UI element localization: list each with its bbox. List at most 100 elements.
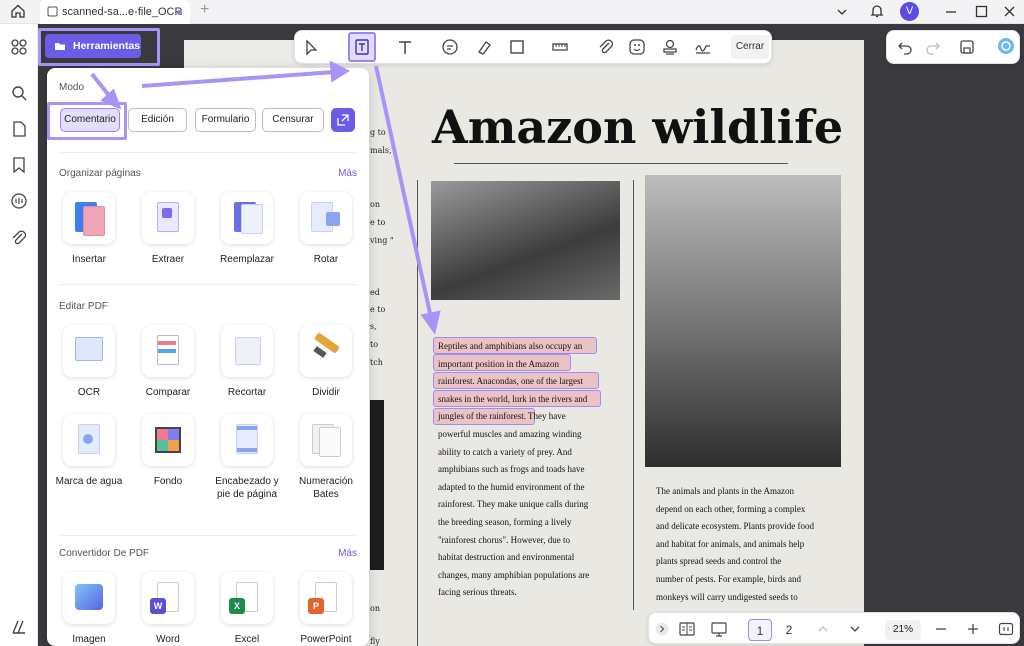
- new-tab-icon[interactable]: +: [200, 1, 209, 19]
- toolbox-icon: [55, 43, 65, 50]
- rotate-icon: [300, 192, 352, 244]
- page-button[interactable]: 2: [777, 619, 801, 641]
- save-icon[interactable]: [958, 38, 976, 56]
- undo-icon[interactable]: [896, 38, 914, 56]
- mode-comment-button[interactable]: Comentario: [60, 108, 120, 132]
- zoom-in-icon[interactable]: [967, 623, 979, 635]
- page-fragment: e to: [370, 305, 386, 314]
- open-external-button[interactable]: [331, 108, 355, 132]
- mode-edit-button[interactable]: Edición: [128, 108, 187, 132]
- dark-photo-strip: [370, 400, 384, 570]
- home-icon[interactable]: [10, 3, 26, 19]
- text-line: number of pests. For example, birds and: [656, 573, 801, 584]
- tools-button-label: Herramientas: [73, 40, 141, 52]
- next-page-icon[interactable]: [849, 623, 861, 635]
- text-line: powerful muscles and amazing winding: [438, 428, 582, 439]
- chevron-down-icon[interactable]: [836, 6, 848, 18]
- frog-photo: [645, 175, 841, 467]
- replace-icon: [221, 192, 273, 244]
- text-line: changes, many amphibian populations are: [438, 569, 590, 580]
- fit-page-icon[interactable]: [998, 621, 1014, 637]
- tool-crop[interactable]: Recortar: [209, 325, 285, 399]
- tool-to-powerpoint[interactable]: P PowerPoint: [288, 572, 364, 646]
- signature-icon[interactable]: [694, 38, 712, 56]
- background-icon: [142, 414, 194, 466]
- page-title: Amazon wildlife: [432, 100, 844, 154]
- tool-to-image[interactable]: Imagen: [51, 572, 127, 646]
- tab-title: scanned-sa...e-file_OCR: [62, 6, 183, 18]
- page-fragment: s,: [370, 322, 377, 331]
- tool-watermark[interactable]: Marca de agua: [51, 414, 127, 488]
- pages-icon[interactable]: [10, 120, 28, 138]
- zoom-level[interactable]: 21%: [885, 620, 921, 640]
- document-tab[interactable]: scanned-sa...e-file_OCR: [40, 0, 190, 24]
- attachment-icon[interactable]: [10, 229, 28, 247]
- more-link[interactable]: Más: [338, 168, 357, 179]
- text-tool-icon[interactable]: [396, 38, 414, 56]
- brand-logo-icon: [12, 620, 25, 634]
- comments-icon[interactable]: [10, 192, 28, 210]
- document-icon: [47, 6, 58, 17]
- tool-background[interactable]: Fondo: [130, 414, 206, 488]
- maximize-icon[interactable]: [975, 5, 988, 18]
- ai-assistant-icon[interactable]: [997, 37, 1015, 55]
- apps-grid-icon[interactable]: [10, 38, 28, 56]
- measure-tool-icon[interactable]: [551, 38, 569, 56]
- section-title: Convertidor De PDF: [59, 548, 150, 559]
- text-line: jungles of the rainforest. They have: [438, 411, 566, 422]
- text-line: adapted to the humid environment of the: [438, 481, 585, 492]
- attachment-tool-icon[interactable]: [597, 38, 615, 56]
- minimize-icon[interactable]: [944, 5, 958, 19]
- tool-to-excel[interactable]: X Excel: [209, 572, 285, 646]
- compare-icon: [142, 325, 194, 377]
- crop-icon: [221, 325, 273, 377]
- close-icon[interactable]: [1003, 5, 1016, 18]
- title-bar: scanned-sa...e-file_OCR + V: [0, 0, 1024, 24]
- zoom-out-icon[interactable]: [935, 623, 947, 635]
- collapse-icon[interactable]: [655, 622, 669, 636]
- presentation-icon[interactable]: [710, 620, 728, 638]
- column-one-text: Reptiles and amphibians also occupy an im…: [438, 338, 589, 602]
- open-external-icon: [337, 114, 349, 126]
- page-button-current[interactable]: 1: [748, 619, 772, 641]
- text-line: habitat destruction and environmental: [438, 552, 575, 563]
- page-layout-icon[interactable]: [678, 620, 696, 638]
- redo-icon[interactable]: [924, 38, 942, 56]
- note-icon[interactable]: [441, 38, 459, 56]
- tool-split[interactable]: Dividir: [288, 325, 364, 399]
- select-arrow-icon[interactable]: [303, 39, 321, 57]
- tool-to-word[interactable]: W Word: [130, 572, 206, 646]
- previous-page-icon[interactable]: [817, 623, 829, 635]
- tool-extract[interactable]: Extraer: [130, 192, 206, 266]
- tool-bates-numbering[interactable]: Numeración Bates: [288, 414, 364, 501]
- text-line: monkeys will carry undigested seeds to: [656, 591, 798, 602]
- mode-redact-button[interactable]: Censurar: [262, 108, 324, 132]
- tool-replace[interactable]: Reemplazar: [209, 192, 285, 266]
- bates-numbering-icon: [300, 414, 352, 466]
- bookmark-icon[interactable]: [10, 156, 28, 174]
- user-avatar[interactable]: V: [900, 2, 919, 21]
- highlighter-icon[interactable]: [475, 38, 493, 56]
- tools-button[interactable]: Herramientas: [45, 34, 141, 58]
- text-line: and delicate ecosystem. Plants provide f…: [656, 521, 814, 532]
- text-line: Reptiles and amphibians also occupy an: [438, 341, 583, 351]
- tools-panel: Modo Comentario Edición Formulario Censu…: [47, 68, 369, 646]
- close-toolbar-button[interactable]: Cerrar: [731, 35, 769, 59]
- text-line: amphibians such as frogs and toads have: [438, 464, 585, 475]
- tool-header-footer[interactable]: Encabezado y pie de página: [209, 414, 285, 501]
- rectangle-tool-icon[interactable]: [508, 38, 526, 56]
- notification-bell-icon[interactable]: [869, 3, 885, 19]
- text-box-icon[interactable]: [353, 38, 371, 56]
- stamp-icon[interactable]: [661, 38, 679, 56]
- more-link[interactable]: Más: [338, 548, 357, 559]
- column-rule: [417, 180, 418, 646]
- search-icon[interactable]: [10, 84, 28, 102]
- tool-rotate[interactable]: Rotar: [288, 192, 364, 266]
- ocr-icon: [63, 325, 115, 377]
- text-line: "rainforest chorus". However, due to: [438, 534, 570, 545]
- tool-insert[interactable]: Insertar: [51, 192, 127, 266]
- tool-compare[interactable]: Comparar: [130, 325, 206, 399]
- mode-form-button[interactable]: Formulario: [195, 108, 256, 132]
- tool-ocr[interactable]: OCR: [51, 325, 127, 399]
- sticker-icon[interactable]: [628, 38, 646, 56]
